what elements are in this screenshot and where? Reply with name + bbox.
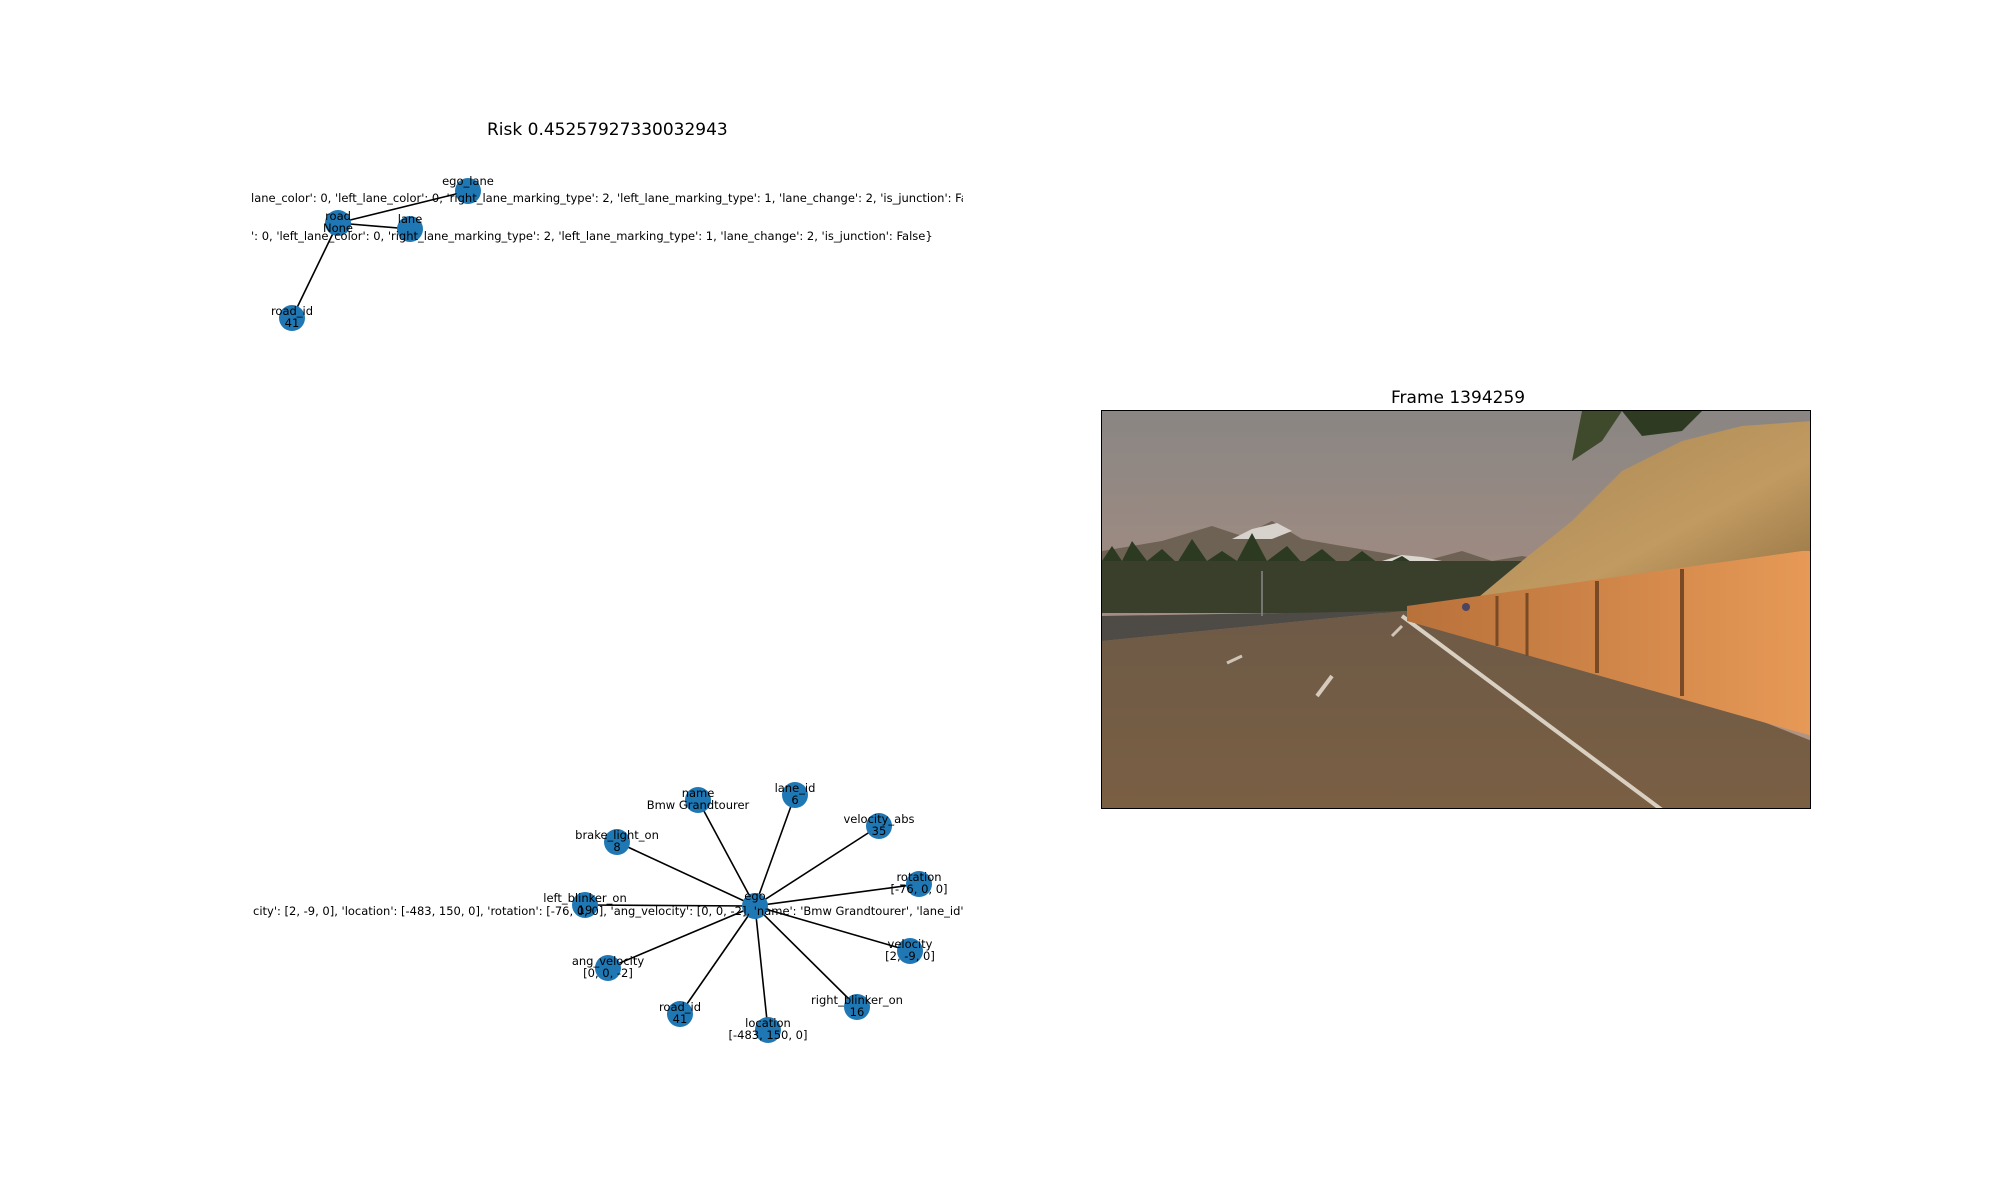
bottom-node-value: Bmw Grandtourer — [647, 798, 750, 812]
driving-scene-image — [1102, 411, 1810, 808]
bottom-node-value: 16 — [850, 1005, 865, 1019]
top-node-value: 41 — [285, 316, 300, 330]
frame-title: Frame 1394259 — [1391, 388, 1526, 408]
ego-overflow-label: city': [2, -9, 0], 'location': [-483, 15… — [253, 904, 982, 918]
bottom-node-value: [0, 0, -2] — [583, 966, 633, 980]
top-node-label: ego_lane — [442, 174, 494, 188]
bottom-node-value: [-483, 150, 0] — [729, 1028, 808, 1042]
bottom-node-value: 35 — [872, 824, 887, 838]
camera-frame — [1101, 410, 1811, 809]
bottom-edge-ego-velocity_abs — [754, 825, 880, 907]
bottom-node-value: [-76, 0, 0] — [890, 882, 947, 896]
bottom-node-value: 6 — [791, 793, 798, 807]
bottom-edge-ego-location — [754, 905, 769, 1031]
overflow-label-2: ': 0, 'left_lane_color': 0, 'right_lane_… — [251, 229, 933, 243]
bottom-node-value: 41 — [673, 1012, 688, 1026]
bottom-edge-ego-brake_light_on — [616, 841, 756, 907]
bottom-node-value: [2, -9, 0] — [885, 949, 935, 963]
top-node-label: lane — [398, 212, 423, 226]
overflow-label-1: lane_color': 0, 'left_lane_color': 0, 'r… — [251, 191, 984, 205]
bottom-node-value: 8 — [613, 840, 620, 854]
scene-graph-bottom: egonameBmw Grandtourerlane_id6velocity_a… — [253, 781, 1000, 1043]
scene-graph-top: ego_laneroadNonelaneroad_id41 lane_color… — [251, 174, 1000, 331]
bottom-node-label: ego — [744, 889, 765, 903]
